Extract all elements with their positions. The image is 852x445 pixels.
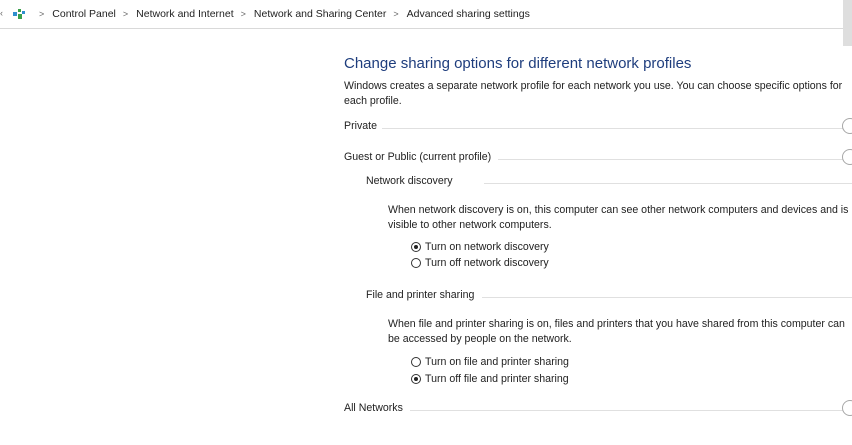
radio-turn-on-file-printer-sharing[interactable]: Turn on file and printer sharing [411, 356, 569, 368]
divider [410, 410, 846, 411]
breadcrumb-network-and-internet[interactable]: Network and Internet [136, 8, 233, 20]
divider [382, 128, 846, 129]
divider [484, 183, 852, 184]
radio-turn-off-network-discovery[interactable]: Turn off network discovery [411, 257, 549, 269]
radio-button[interactable] [411, 242, 421, 252]
radio-turn-on-network-discovery[interactable]: Turn on network discovery [411, 241, 549, 253]
breadcrumb-separator: > [240, 9, 246, 19]
profile-private-header[interactable]: Private [344, 118, 852, 136]
breadcrumb-advanced-sharing-settings[interactable]: Advanced sharing settings [407, 8, 530, 20]
radio-turn-off-file-printer-sharing[interactable]: Turn off file and printer sharing [411, 373, 569, 385]
network-discovery-description: When network discovery is on, this compu… [388, 204, 849, 231]
breadcrumb-network-sharing-center[interactable]: Network and Sharing Center [254, 8, 387, 20]
scrollbar[interactable] [843, 0, 852, 46]
breadcrumb-separator: > [39, 9, 45, 19]
breadcrumb: > Control Panel > Network and Internet >… [32, 8, 530, 20]
profile-guest-public-label: Guest or Public (current profile) [344, 151, 492, 163]
network-discovery-header: Network discovery [366, 175, 852, 191]
radio-label: Turn off file and printer sharing [425, 373, 569, 385]
address-bar[interactable]: ‹ > Control Panel > Network and Internet… [0, 0, 852, 29]
file-printer-sharing-heading: File and printer sharing [366, 289, 475, 301]
control-panel-icon [13, 9, 25, 19]
file-printer-sharing-header: File and printer sharing [366, 289, 852, 305]
divider [482, 297, 852, 298]
chevron-left-icon[interactable]: ‹ [0, 8, 3, 18]
network-discovery-heading: Network discovery [366, 175, 453, 187]
radio-button[interactable] [411, 258, 421, 268]
profile-private-label: Private [344, 120, 377, 132]
breadcrumb-separator: > [122, 9, 129, 19]
collapse-circle-icon[interactable] [842, 149, 852, 165]
divider [498, 159, 846, 160]
page-title: Change sharing options for different net… [344, 55, 692, 72]
radio-label: Turn off network discovery [425, 257, 549, 269]
profile-all-networks-header[interactable]: All Networks [344, 400, 852, 418]
breadcrumb-control-panel[interactable]: Control Panel [52, 8, 116, 20]
breadcrumb-separator: > [393, 9, 399, 19]
collapse-circle-icon[interactable] [842, 400, 852, 416]
profile-all-networks-label: All Networks [344, 402, 403, 414]
profile-guest-public-header[interactable]: Guest or Public (current profile) [344, 149, 852, 167]
collapse-circle-icon[interactable] [842, 118, 852, 134]
radio-button[interactable] [411, 374, 421, 384]
page-intro: Windows creates a separate network profi… [344, 80, 843, 107]
radio-label: Turn on network discovery [425, 241, 549, 253]
radio-label: Turn on file and printer sharing [425, 356, 569, 368]
radio-button[interactable] [411, 357, 421, 367]
file-printer-sharing-description: When file and printer sharing is on, fil… [388, 318, 845, 345]
